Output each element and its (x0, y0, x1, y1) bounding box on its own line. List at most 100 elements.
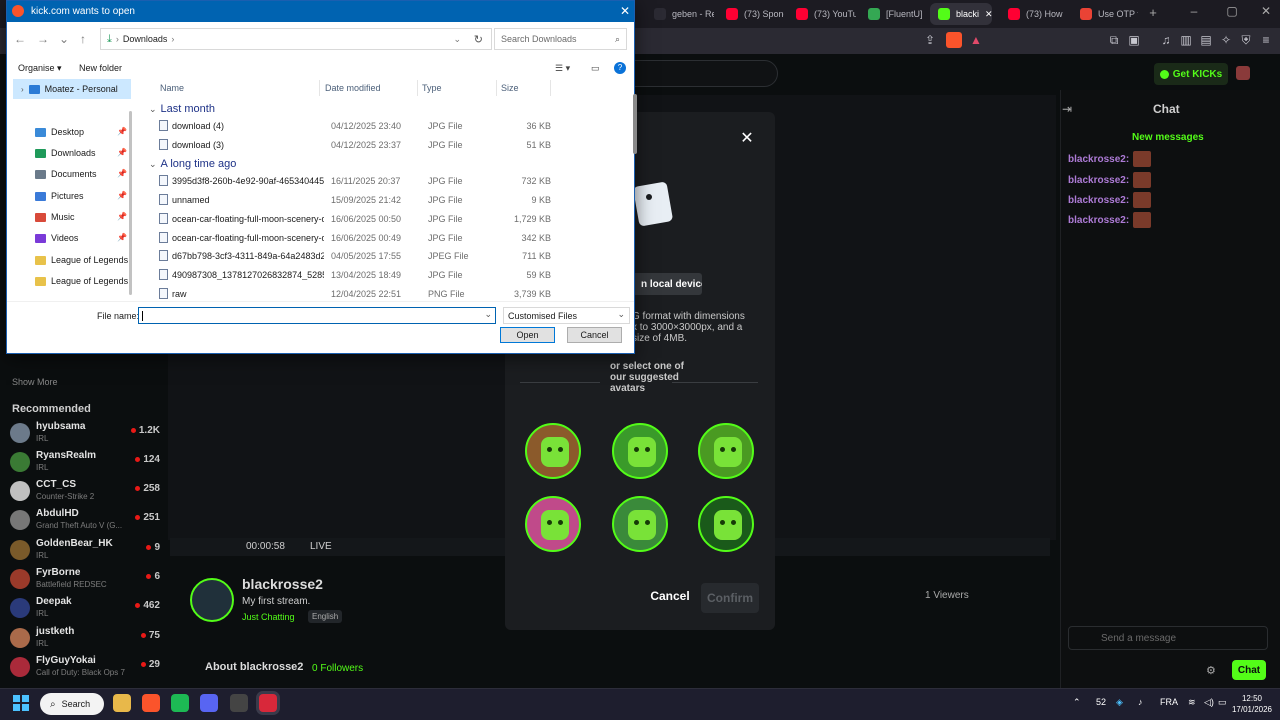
tab-close-icon[interactable]: ✕ (985, 9, 992, 20)
up-button[interactable]: ↑ (75, 31, 91, 47)
address-bar[interactable]: ⤓ › Downloads › ⌄ ↻ (100, 28, 492, 50)
dialog-search-input[interactable]: Search Downloads ⌕ (494, 28, 627, 50)
stream-category[interactable]: Just Chatting (242, 612, 295, 622)
nav-item-league-of-legends[interactable]: League of Legends (13, 250, 131, 270)
brave-app-icon[interactable] (142, 694, 160, 712)
file-row[interactable]: unnamed 15/09/2025 21:42 JPG File 9 KB (155, 191, 625, 209)
file-row[interactable]: ocean-car-floating-full-moon-scenery-d..… (155, 229, 625, 247)
streamer-name[interactable]: blackrosse2 (242, 576, 323, 592)
recommended-channel[interactable]: FyrBorne Battlefield REDSEC 6 (10, 567, 160, 593)
chat-username[interactable]: blackrosse2: (1068, 215, 1129, 226)
browser-tab[interactable]: (73) Spong (718, 3, 784, 25)
file-name-input[interactable]: ⌄ (138, 307, 496, 324)
nav-item-music[interactable]: Music 📌 (13, 207, 131, 227)
language-indicator[interactable]: FRA (1160, 697, 1178, 707)
recent-locations-button[interactable]: ⌄ (56, 31, 72, 47)
vpn-icon[interactable]: ⛨ (1238, 32, 1254, 48)
organise-menu[interactable]: Organise ▾ (18, 63, 62, 74)
suggested-avatar-option[interactable] (525, 496, 581, 552)
column-type[interactable]: Type (422, 80, 442, 96)
nav-item-league-of-legends[interactable]: League of Legends (13, 271, 131, 291)
nav-item-moatez-personal[interactable]: › Moatez - Personal (13, 79, 131, 99)
nav-item-videos[interactable]: Videos 📌 (13, 228, 131, 248)
battery-icon[interactable]: ▭ (1218, 697, 1227, 708)
sidebar-icon[interactable]: ▥ (1178, 32, 1194, 48)
help-icon[interactable]: ? (614, 62, 626, 74)
view-options-icon[interactable]: ☰ ▾ (555, 63, 570, 74)
upload-local-device-button[interactable]: n local device (632, 273, 702, 295)
browser-tab[interactable]: (73) How (1000, 3, 1068, 25)
browser-tab[interactable]: [FluentU] (860, 3, 926, 25)
file-row[interactable]: d67bb798-3cf3-4311-849a-64a2483d2df3 04/0… (155, 247, 625, 265)
wallet-icon[interactable]: ▤ (1198, 32, 1214, 48)
dialog-close-button[interactable]: ✕ (617, 3, 633, 19)
microphone-icon[interactable]: ♪ (1138, 697, 1143, 707)
minimize-button[interactable]: – (1184, 4, 1204, 22)
chat-username[interactable]: blackrosse2: (1068, 195, 1129, 206)
discord-app-icon[interactable] (200, 694, 218, 712)
streamer-avatar[interactable] (190, 578, 234, 622)
browser-tab[interactable]: (73) YouTu (788, 3, 856, 25)
open-button[interactable]: Open (500, 327, 555, 343)
suggested-avatar-option[interactable] (698, 496, 754, 552)
network-icon[interactable]: ◈ (1116, 697, 1123, 708)
back-button[interactable]: ← (12, 31, 28, 47)
screenshot-icon[interactable]: ▣ (1126, 32, 1142, 48)
breadcrumb-downloads[interactable]: Downloads (123, 34, 168, 44)
menu-icon[interactable]: ≡ (1258, 32, 1274, 48)
suggested-avatar-option[interactable] (612, 423, 668, 479)
file-row[interactable]: 3995d3f8-260b-4e92-90af-4653404454d5 16/1… (155, 172, 625, 190)
recommended-channel[interactable]: FlyGuyYokai Call of Duty: Black Ops 7 29 (10, 655, 160, 681)
recommended-channel[interactable]: AbdulHD Grand Theft Auto V (G... 251 (10, 508, 160, 534)
clock[interactable]: 12:50 17/01/2026 (1230, 693, 1274, 715)
maximize-button[interactable]: ▢ (1222, 4, 1242, 22)
file-list-scrollbar[interactable] (631, 80, 639, 300)
file-group-header[interactable]: ⌄ A long time ago (149, 156, 236, 172)
file-row[interactable]: ocean-car-floating-full-moon-scenery-d..… (155, 210, 625, 228)
address-chevron-trailing[interactable]: › (171, 34, 174, 44)
suggested-avatar-option[interactable] (698, 423, 754, 479)
chat-username[interactable]: blackrosse2: (1068, 175, 1129, 186)
nav-item-downloads[interactable]: Downloads 📌 (13, 143, 131, 163)
new-folder-button[interactable]: New folder (79, 63, 122, 73)
show-more-link[interactable]: Show More (12, 377, 58, 387)
file-row[interactable]: 490987308_1378127026832874_528569775... 1… (155, 266, 625, 284)
app-app-icon[interactable] (259, 694, 277, 712)
nav-item-documents[interactable]: Documents 📌 (13, 164, 131, 184)
nav-item-desktop[interactable]: Desktop 📌 (13, 122, 131, 142)
refresh-icon[interactable]: ↻ (474, 33, 483, 46)
modal-cancel-button[interactable]: Cancel (645, 589, 695, 607)
collapse-chat-icon[interactable]: ⇥ (1062, 102, 1072, 116)
cancel-button[interactable]: Cancel (567, 327, 622, 343)
recommended-channel[interactable]: RyansRealm IRL 124 (10, 450, 160, 476)
recommended-channel[interactable]: CCT_CS Counter-Strike 2 258 (10, 479, 160, 505)
nav-item-partial[interactable] (35, 293, 125, 301)
nav-item-pictures[interactable]: Pictures 📌 (13, 186, 131, 206)
column-date-modified[interactable]: Date modified (325, 80, 381, 96)
share-icon[interactable]: ⇪ (922, 32, 938, 48)
forward-button[interactable]: → (35, 31, 51, 47)
leo-ai-icon[interactable]: ✧ (1218, 32, 1234, 48)
file-group-header[interactable]: ⌄ Last month (149, 101, 215, 117)
chat-message-input[interactable]: Send a message (1068, 626, 1268, 650)
recommended-channel[interactable]: GoldenBear_HK IRL 9 (10, 538, 160, 564)
taskbar-search[interactable]: ⌕ Search (40, 693, 104, 715)
suggested-avatar-option[interactable] (525, 423, 581, 479)
windows-start-icon[interactable] (13, 695, 29, 711)
browser-tab[interactable]: blacki ✕ (930, 3, 992, 25)
brave-rewards-icon[interactable]: ▲ (968, 32, 984, 48)
recommended-channel[interactable]: justketh IRL 75 (10, 626, 160, 652)
stream-language-tag[interactable]: English (308, 610, 343, 623)
recommended-channel[interactable]: Deepak IRL 462 (10, 596, 160, 622)
tray-overflow-icon[interactable]: ⌃ (1073, 697, 1081, 708)
column-separator[interactable] (496, 80, 497, 96)
chat-username[interactable]: blackrosse2: (1068, 154, 1129, 165)
column-name[interactable]: Name (160, 80, 184, 96)
recommended-channel[interactable]: hyubsama IRL 1.2K (10, 421, 160, 447)
wifi-icon[interactable]: ≋ (1188, 697, 1196, 708)
file-name-dropdown-icon[interactable]: ⌄ (484, 309, 492, 320)
brave-shields-icon[interactable] (946, 32, 962, 48)
column-separator[interactable] (550, 80, 551, 96)
modal-close-button[interactable]: ✕ (738, 130, 756, 148)
browser-tab[interactable]: Use OTP t (1072, 3, 1138, 25)
